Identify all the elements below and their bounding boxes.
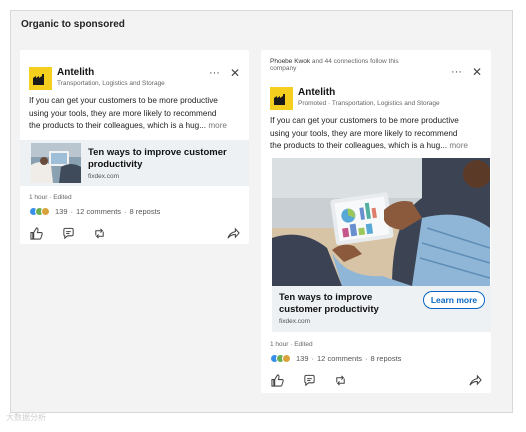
repost-icon[interactable] (92, 226, 106, 240)
social-context[interactable]: Phoebe Kwok and 44 connections follow th… (270, 58, 399, 72)
post-body-line: using your tools, they are more likely t… (270, 128, 458, 138)
social-context-text: company (270, 65, 297, 72)
link-title: Ten ways to improve customer productivit… (88, 147, 227, 170)
reposts-count[interactable]: 8 reposts (371, 354, 402, 363)
post-timestamp: 1 hour · Edited (270, 341, 313, 348)
learn-more-button[interactable]: Learn more (423, 291, 485, 309)
comment-icon[interactable] (61, 226, 75, 240)
see-more-link[interactable]: more (449, 141, 468, 150)
company-logo[interactable] (29, 67, 52, 90)
organic-post-card: Antelith Transportation, Logistics and S… (20, 50, 249, 244)
send-icon[interactable] (468, 373, 482, 387)
edited-text: Edited (53, 194, 72, 201)
reaction-icons (29, 207, 50, 216)
company-name[interactable]: Antelith (298, 87, 440, 99)
insightful-reaction-icon (282, 354, 291, 363)
post-controls: ··· ✕ (451, 66, 482, 78)
reactions-bar[interactable]: 139 · 12 comments · 8 reposts (270, 354, 401, 363)
repost-icon[interactable] (333, 373, 347, 387)
section-title: Organic to sponsored (21, 19, 125, 30)
promoted-subtitle: Promoted · Transportation, Logistics and… (298, 100, 440, 107)
factory-icon (274, 93, 285, 105)
company-subtitle: Transportation, Logistics and Storage (57, 80, 165, 87)
link-preview[interactable]: Ten ways to improve customer productivit… (20, 140, 249, 186)
company-logo[interactable] (270, 87, 293, 110)
action-bar (270, 373, 482, 387)
close-icon[interactable]: ✕ (230, 67, 240, 79)
time-text: 1 hour (29, 194, 48, 201)
ad-domain: fixdex.com (279, 318, 311, 325)
post-body-line: If you can get your customers to be more… (270, 116, 459, 125)
more-dots-icon[interactable]: ··· (451, 67, 462, 78)
reactions-bar[interactable]: 139 · 12 comments · 8 reposts (29, 207, 160, 216)
sponsored-post-card: Phoebe Kwok and 44 connections follow th… (261, 50, 491, 393)
close-icon[interactable]: ✕ (472, 66, 482, 78)
edited-text: Edited (294, 341, 313, 348)
comments-count[interactable]: 12 comments (317, 354, 362, 363)
company-name[interactable]: Antelith (57, 67, 165, 79)
comments-count[interactable]: 12 comments (76, 207, 121, 216)
post-body: If you can get your customers to be more… (29, 95, 227, 133)
social-context-name[interactable]: Phoebe Kwok (270, 58, 310, 65)
time-text: 1 hour (270, 341, 289, 348)
send-icon[interactable] (226, 226, 240, 240)
ad-cta-bar[interactable]: Ten ways to improve customer productivit… (272, 286, 491, 332)
post-body-line: If you can get your customers to be more… (29, 96, 218, 105)
see-more-link[interactable]: more (208, 121, 227, 130)
ad-hero-image[interactable] (272, 158, 490, 286)
like-icon[interactable] (270, 373, 284, 387)
factory-icon (33, 73, 44, 85)
more-dots-icon[interactable]: ··· (209, 68, 220, 79)
post-body-line: using your tools, they are more likely t… (29, 108, 217, 118)
post-controls: ··· ✕ (209, 67, 240, 79)
post-header: Antelith Transportation, Logistics and S… (29, 67, 165, 90)
like-icon[interactable] (29, 226, 43, 240)
post-header: Antelith Promoted · Transportation, Logi… (270, 87, 440, 110)
link-thumbnail-image (31, 143, 81, 183)
post-timestamp: 1 hour · Edited (29, 194, 72, 201)
watermark: 大数据分析 (6, 413, 46, 422)
post-body: If you can get your customers to be more… (270, 115, 468, 153)
reaction-icons (270, 354, 291, 363)
social-context-text: and 44 connections follow this (310, 58, 399, 65)
comment-icon[interactable] (302, 373, 316, 387)
post-body-line: the products to their colleagues, which … (29, 121, 207, 130)
action-bar (29, 226, 240, 240)
ad-title: Ten ways to improve customer productivit… (279, 292, 379, 315)
reaction-count[interactable]: 139 (296, 354, 309, 363)
link-domain: fixdex.com (88, 173, 120, 180)
reaction-count[interactable]: 139 (55, 207, 68, 216)
reposts-count[interactable]: 8 reposts (130, 207, 161, 216)
post-body-line: the products to their colleagues, which … (270, 141, 448, 150)
insightful-reaction-icon (41, 207, 50, 216)
